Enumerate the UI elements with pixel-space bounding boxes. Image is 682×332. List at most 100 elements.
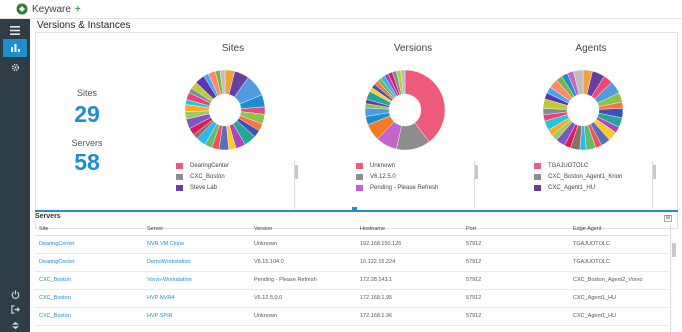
sites-chart-title: Sites [221,43,245,54]
sites-count: 29 [74,101,100,127]
column-header[interactable]: Hostname [356,224,462,236]
top-bar: Keyware + [0,0,682,19]
expand-button[interactable]: ⊞ [664,215,672,222]
version-cell: Pending - Please Refresh [250,271,356,290]
server-link[interactable]: DemoWorkstation [143,253,250,272]
site-link[interactable]: CXC_Boston [35,289,143,308]
legend-scrollbar[interactable] [652,161,656,209]
edge-agent-cell: TGAJUOTOLC [569,253,669,272]
sites-donut[interactable] [184,69,266,151]
brand[interactable]: Keyware + [16,3,81,15]
edge-agent-cell: CXC_Agent1_HU [569,307,669,326]
keyware-logo-icon [16,3,28,15]
legend-item[interactable]: CXC_Boston_Agent1_Kriori [534,172,664,182]
table-row[interactable]: DearingCenter NVR VM Clone Unknown 192.1… [35,235,669,254]
legend-item[interactable]: TGAJUOTOLC [534,161,664,171]
servers-label: Servers [71,138,103,148]
agents-donut[interactable] [542,69,624,151]
version-cell: Unknown [250,307,356,326]
legend-swatch [176,185,183,191]
site-link[interactable]: DearingCenter [35,235,143,254]
version-cell: V6.15.104.0 [250,253,356,272]
scroll-thumb[interactable] [653,165,656,179]
legend-label: DearingCenter [190,163,230,169]
table-row[interactable]: DearingCenter DemoWorkstation V6.15.104.… [35,253,669,272]
scroll-thumb[interactable] [672,243,676,257]
legend-item[interactable]: CXC_Agent1_HU [534,183,664,193]
legend-label: V6.12.5.0 [370,174,396,180]
server-link[interactable]: NVR VM Clone [143,235,250,254]
table-row[interactable]: CXC_Boston HVP NVR4 V6.12.5.0.0 172.168.… [35,289,669,308]
menu-icon[interactable] [7,23,23,37]
versions-chart-title: Versions [393,43,433,54]
port-cell: 57912 [462,289,569,308]
column-header[interactable]: Site [35,224,143,236]
versions-chart: Versions Unknown V6.12.5.0 Pending - Ple… [328,33,498,228]
port-cell: 57912 [462,271,569,290]
hostname-cell: 172.28.143.1 [356,271,462,290]
versions-legend: Unknown V6.12.5.0 Pending - Please Refre… [356,161,486,213]
port-cell: 57912 [462,307,569,326]
resize-handle[interactable] [352,207,357,212]
logout-icon[interactable] [7,302,23,316]
legend-scrollbar[interactable] [474,161,478,209]
scroll-thumb[interactable] [475,165,478,179]
edge-agent-cell: TGAJUOTOLC [569,235,669,254]
legend-swatch [176,174,183,180]
legend-label: CXC_Boston_Agent1_Kriori [548,174,623,180]
servers-title: Servers [35,213,61,220]
legend-swatch [534,174,541,180]
legend-swatch [356,163,363,169]
legend-swatch [356,185,363,191]
table-row[interactable]: CXC_Boston HVP SPIR Unknown 172.168.1.96… [35,307,669,326]
agents-chart-title: Agents [575,43,607,54]
server-link[interactable]: HVP SPIR [143,307,250,326]
sites-label: Sites [76,88,97,98]
collapse-icon[interactable] [7,318,23,332]
scroll-thumb[interactable] [295,165,298,179]
server-link[interactable]: HVP NVR4 [143,289,250,308]
site-link[interactable]: DearingCenter [35,253,143,272]
legend-item[interactable]: Pending - Please Refresh [356,183,486,193]
legend-item[interactable]: CXC_Boston [176,172,306,182]
site-link[interactable]: CXC_Boston [35,271,143,290]
legend-swatch [534,185,541,191]
side-nav [0,19,30,332]
legend-item[interactable]: Unknown [356,161,486,171]
legend-label: Unknown [370,163,396,169]
sites-chart: Sites DearingCenter CXC_Boston Steve Lab [148,33,318,228]
hostname-cell: 192.168.150.126 [356,235,462,254]
legend-label: CXC_Boston [190,174,225,180]
settings-icon[interactable] [7,60,23,74]
server-link[interactable]: Vorvo-Workstation [143,271,250,290]
legend-label: Pending - Please Refresh [370,185,439,191]
power-icon[interactable] [7,287,23,301]
app-plus: + [74,3,81,15]
column-header[interactable]: Edge Agent [569,224,669,236]
legend-swatch [356,174,363,180]
hostname-cell: 172.168.1.96 [356,307,462,326]
legend-item[interactable]: DearingCenter [176,161,306,171]
table-row[interactable]: CXC_Boston Vorvo-Workstation Pending - P… [35,271,669,290]
table-header-row: Site Server Version Hostname Port Edge A… [35,224,669,236]
hostname-cell: 172.168.1.95 [356,289,462,308]
dashboard-icon[interactable] [3,39,27,57]
sites-legend: DearingCenter CXC_Boston Steve Lab [176,161,306,213]
edge-agent-cell: CXC_Boston_Agent2_Vorvo [569,271,669,290]
port-cell: 57912 [462,253,569,272]
column-header[interactable]: Server [143,224,250,236]
legend-item[interactable]: Steve Lab [176,183,306,193]
port-cell: 57912 [462,235,569,254]
summary-panel: Sites 29 Servers 58 Sites DearingCenter … [35,32,678,229]
agents-legend: TGAJUOTOLC CXC_Boston_Agent1_Kriori CXC_… [534,161,664,213]
legend-label: CXC_Agent1_HU [548,185,596,191]
versions-donut[interactable] [364,69,446,151]
app-name: Keyware [32,3,71,15]
legend-swatch [534,163,541,169]
site-link[interactable]: CXC_Boston [35,307,143,326]
legend-scrollbar[interactable] [294,161,298,209]
table-scrollbar[interactable] [670,224,676,332]
column-header[interactable]: Version [250,224,356,236]
legend-item[interactable]: V6.12.5.0 [356,172,486,182]
column-header[interactable]: Port [462,224,569,236]
